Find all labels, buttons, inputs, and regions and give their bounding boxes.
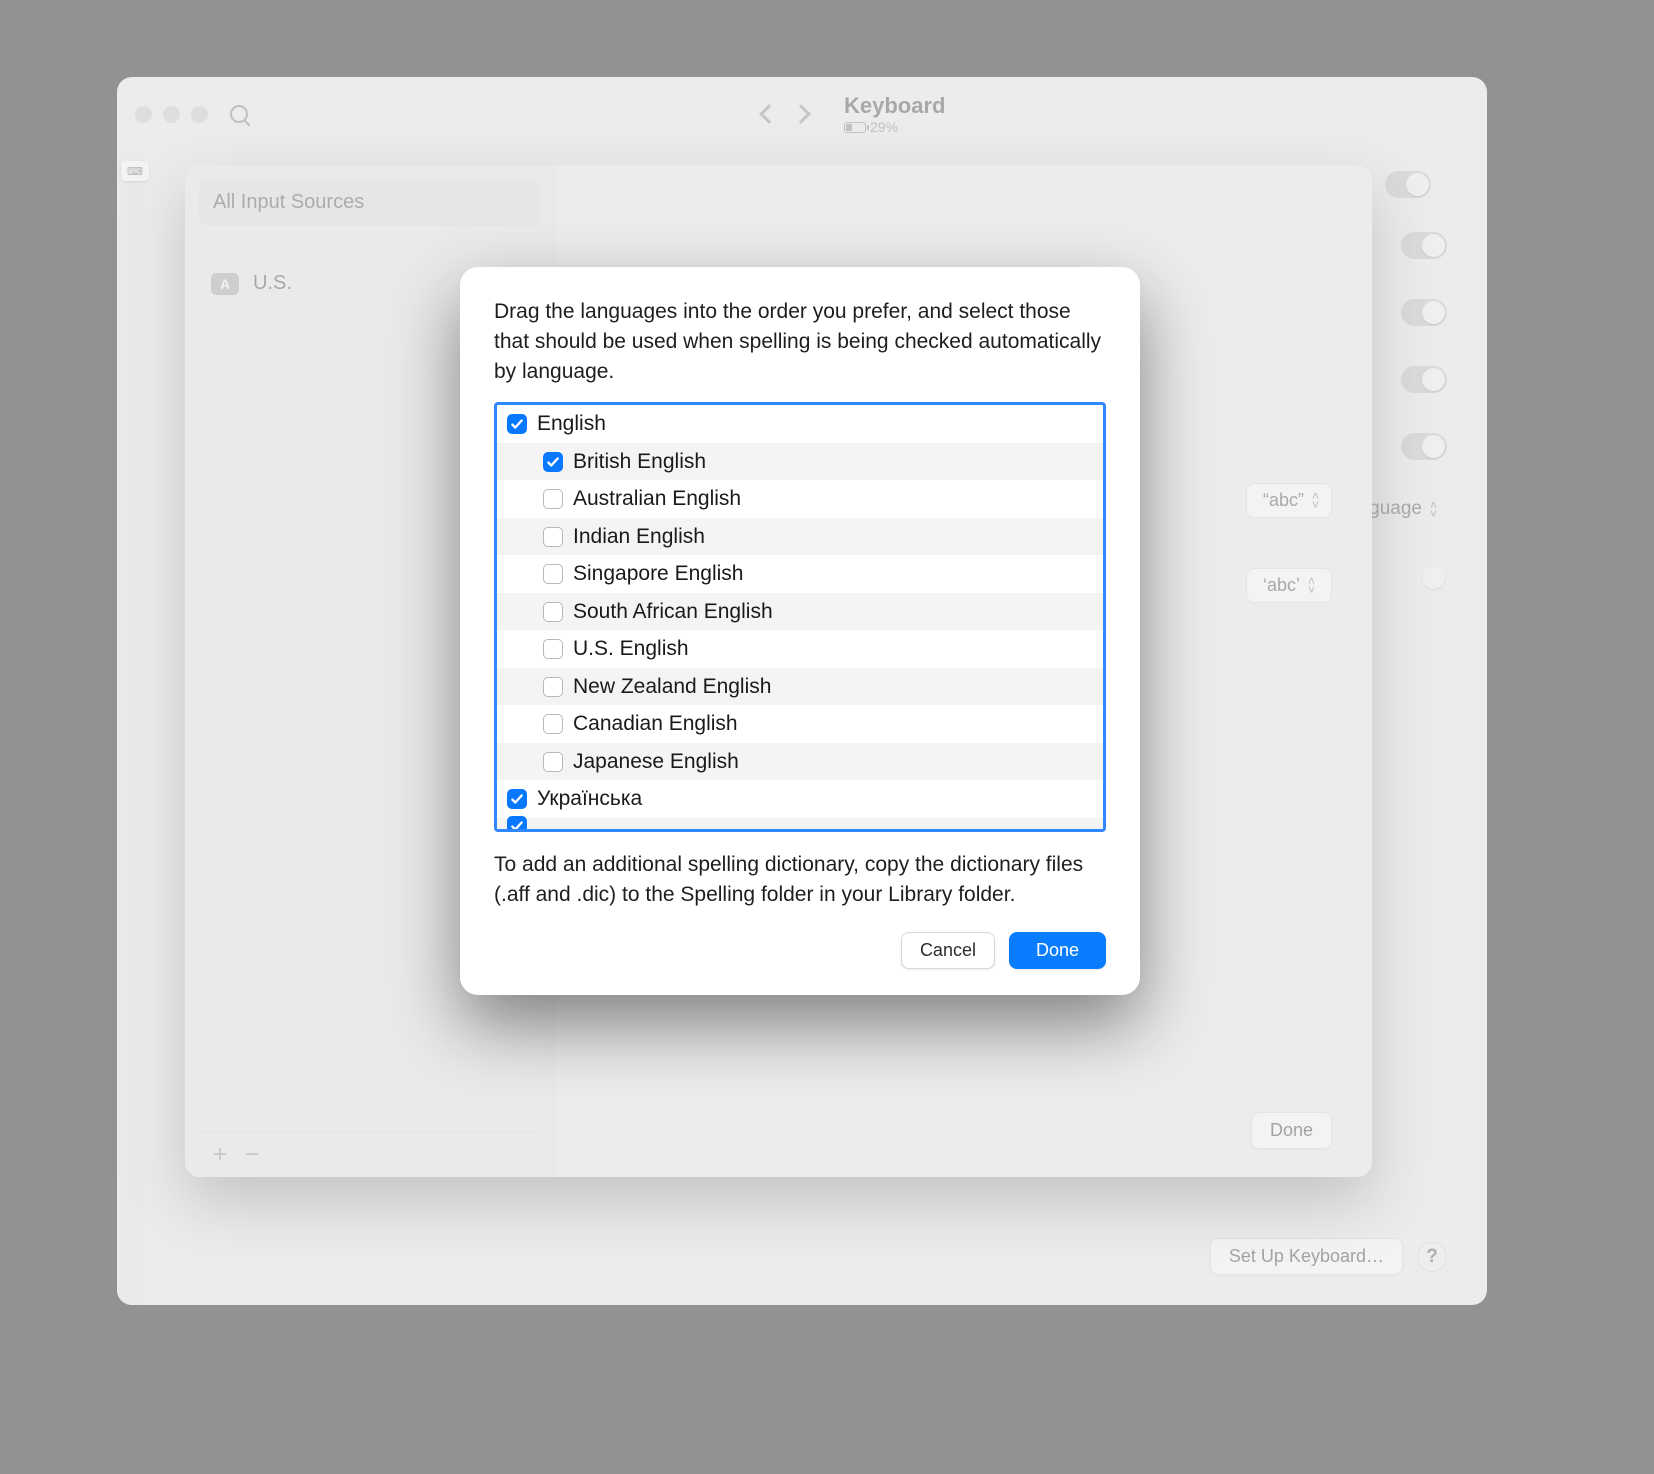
- language-row[interactable]: New Zealand English: [497, 668, 1103, 706]
- language-row[interactable]: Australian English: [497, 480, 1103, 518]
- help-button[interactable]: ?: [1417, 1242, 1447, 1272]
- language-label: British English: [573, 450, 706, 474]
- close-dot[interactable]: [135, 106, 152, 123]
- language-label: U.S. English: [573, 637, 689, 661]
- language-row[interactable]: South African English: [497, 593, 1103, 631]
- remove-source-button[interactable]: −: [245, 1143, 259, 1167]
- modal-actions: Cancel Done: [494, 932, 1106, 969]
- setup-keyboard-button[interactable]: Set Up Keyboard…: [1210, 1238, 1403, 1275]
- language-checkbox[interactable]: [543, 527, 563, 547]
- language-row[interactable]: U.S. English: [497, 630, 1103, 668]
- add-source-button[interactable]: +: [213, 1143, 227, 1167]
- window-titlebar: Keyboard 29%: [117, 77, 1487, 151]
- single-quotes-select[interactable]: ‘abc’ ˄˅: [1246, 568, 1332, 603]
- cancel-button[interactable]: Cancel: [901, 932, 995, 969]
- toggle-generic-1[interactable]: [1401, 232, 1447, 259]
- footer-actions: Set Up Keyboard… ?: [183, 1224, 1447, 1281]
- language-checkbox[interactable]: [543, 452, 563, 472]
- battery-percent: 29%: [870, 119, 898, 135]
- spelling-languages-modal: Drag the languages into the order you pr…: [460, 267, 1140, 995]
- language-list[interactable]: English British English Australian English…: [494, 402, 1106, 832]
- language-checkbox[interactable]: [507, 414, 527, 434]
- nav-arrows: Keyboard 29%: [762, 93, 945, 135]
- language-label: Singapore English: [573, 562, 743, 586]
- language-label: Indian English: [573, 525, 705, 549]
- settings-sidebar: ⌨: [117, 151, 143, 1305]
- language-row[interactable]: Українська: [497, 780, 1103, 818]
- language-label: Japanese English: [573, 750, 739, 774]
- language-row[interactable]: British English: [497, 443, 1103, 481]
- input-source-badge: A: [211, 273, 239, 295]
- battery-status: 29%: [844, 119, 945, 135]
- language-row[interactable]: Canadian English: [497, 705, 1103, 743]
- language-label: Canadian English: [573, 712, 738, 736]
- language-checkbox[interactable]: [543, 489, 563, 509]
- minimize-dot[interactable]: [163, 106, 180, 123]
- updown-icon: ˄˅: [1308, 577, 1315, 594]
- zoom-dot[interactable]: [191, 106, 208, 123]
- language-checkbox[interactable]: [543, 639, 563, 659]
- language-row[interactable]: Singapore English: [497, 555, 1103, 593]
- double-quotes-value: “abc”: [1263, 490, 1304, 511]
- toggle-show-input-menu[interactable]: [1385, 171, 1431, 198]
- double-quotes-select[interactable]: “abc” ˄˅: [1246, 483, 1332, 518]
- input-source-name: U.S.: [253, 272, 292, 295]
- toggle-generic-3[interactable]: [1401, 366, 1447, 393]
- modal-instruction: Drag the languages into the order you pr…: [494, 297, 1106, 386]
- window-controls: [135, 106, 208, 123]
- language-checkbox[interactable]: [507, 789, 527, 809]
- all-input-sources[interactable]: All Input Sources: [199, 179, 540, 226]
- updown-icon: ˄˅: [1312, 492, 1319, 509]
- language-row[interactable]: Japanese English: [497, 743, 1103, 781]
- language-label: South African English: [573, 600, 773, 624]
- language-row[interactable]: [497, 818, 1103, 833]
- language-label: English: [537, 412, 606, 436]
- updown-icon: ˄˅: [1430, 501, 1437, 518]
- battery-icon: [844, 122, 866, 133]
- forward-button[interactable]: [791, 104, 811, 124]
- language-label: Australian English: [573, 487, 741, 511]
- toggle-generic-2[interactable]: [1401, 299, 1447, 326]
- language-row[interactable]: Indian English: [497, 518, 1103, 556]
- language-checkbox[interactable]: [543, 602, 563, 622]
- back-button[interactable]: [759, 104, 779, 124]
- done-button[interactable]: Done: [1009, 932, 1106, 969]
- language-label: Українська: [537, 787, 642, 811]
- language-label: New Zealand English: [573, 675, 771, 699]
- language-checkbox[interactable]: [543, 752, 563, 772]
- language-checkbox[interactable]: [543, 677, 563, 697]
- language-row[interactable]: English: [497, 405, 1103, 443]
- language-checkbox[interactable]: [543, 564, 563, 584]
- language-checkbox[interactable]: [543, 714, 563, 734]
- page-title: Keyboard: [844, 93, 945, 119]
- sheet-done-button[interactable]: Done: [1251, 1112, 1332, 1149]
- toggle-generic-4[interactable]: [1401, 433, 1447, 460]
- modal-hint: To add an additional spelling dictionary…: [494, 850, 1106, 910]
- single-quotes-value: ‘abc’: [1263, 575, 1300, 596]
- input-sources-footer: + −: [199, 1131, 540, 1177]
- language-checkbox[interactable]: [507, 816, 527, 833]
- sidebar-search[interactable]: [230, 105, 510, 123]
- search-icon: [230, 105, 248, 123]
